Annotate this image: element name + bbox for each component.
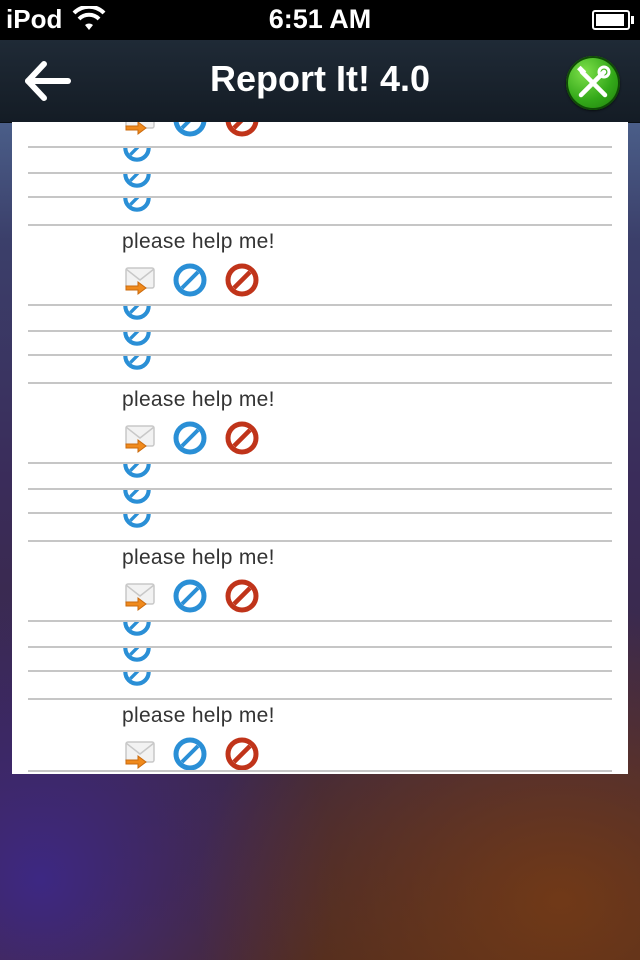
reply-mail-icon[interactable] <box>122 262 158 298</box>
approve-icon[interactable] <box>122 198 152 216</box>
approve-icon[interactable] <box>172 420 208 456</box>
tools-icon <box>577 65 611 98</box>
message-list[interactable]: please help me! please help me! please hel… <box>12 122 628 774</box>
approve-icon[interactable] <box>122 148 152 166</box>
list-divider <box>28 172 612 174</box>
battery-icon <box>592 10 634 30</box>
list-divider <box>28 698 612 700</box>
list-divider <box>28 196 612 198</box>
message-text: please help me! <box>122 230 275 253</box>
list-divider <box>28 304 612 306</box>
block-icon[interactable] <box>224 420 260 456</box>
status-bar: iPod 6:51 AM <box>0 0 640 40</box>
block-icon[interactable] <box>224 262 260 298</box>
message-text: please help me! <box>122 546 275 569</box>
clock: 6:51 AM <box>268 4 372 34</box>
list-divider <box>28 512 612 514</box>
reply-mail-icon[interactable] <box>122 736 158 772</box>
approve-icon[interactable] <box>122 332 152 350</box>
list-divider <box>28 224 612 226</box>
block-icon[interactable] <box>224 578 260 614</box>
reply-mail-icon[interactable] <box>122 420 158 456</box>
list-divider <box>28 462 612 464</box>
list-divider <box>28 770 612 772</box>
approve-icon[interactable] <box>172 736 208 772</box>
list-divider <box>28 146 612 148</box>
approve-icon[interactable] <box>122 306 152 324</box>
page-title: Report It! 4.0 <box>209 58 431 99</box>
list-divider <box>28 488 612 490</box>
list-divider <box>28 382 612 384</box>
approve-icon[interactable] <box>122 672 152 690</box>
list-divider <box>28 620 612 622</box>
reply-mail-icon[interactable] <box>122 122 158 138</box>
list-divider <box>28 646 612 648</box>
list-divider <box>28 670 612 672</box>
approve-icon[interactable] <box>122 174 152 192</box>
approve-icon[interactable] <box>122 464 152 482</box>
block-icon[interactable] <box>224 122 260 138</box>
navigation-bar: Report It! 4.0 <box>0 40 640 123</box>
reply-mail-icon[interactable] <box>122 578 158 614</box>
list-divider <box>28 330 612 332</box>
approve-icon[interactable] <box>122 490 152 508</box>
message-text: please help me! <box>122 704 275 727</box>
approve-icon[interactable] <box>122 622 152 640</box>
approve-icon[interactable] <box>172 122 208 138</box>
list-divider <box>28 540 612 542</box>
approve-icon[interactable] <box>122 356 152 374</box>
approve-icon[interactable] <box>122 514 152 532</box>
approve-icon[interactable] <box>172 578 208 614</box>
approve-icon[interactable] <box>172 262 208 298</box>
list-divider <box>28 354 612 356</box>
block-icon[interactable] <box>224 736 260 772</box>
message-text: please help me! <box>122 388 275 411</box>
approve-icon[interactable] <box>122 648 152 666</box>
settings-button[interactable] <box>566 56 620 110</box>
